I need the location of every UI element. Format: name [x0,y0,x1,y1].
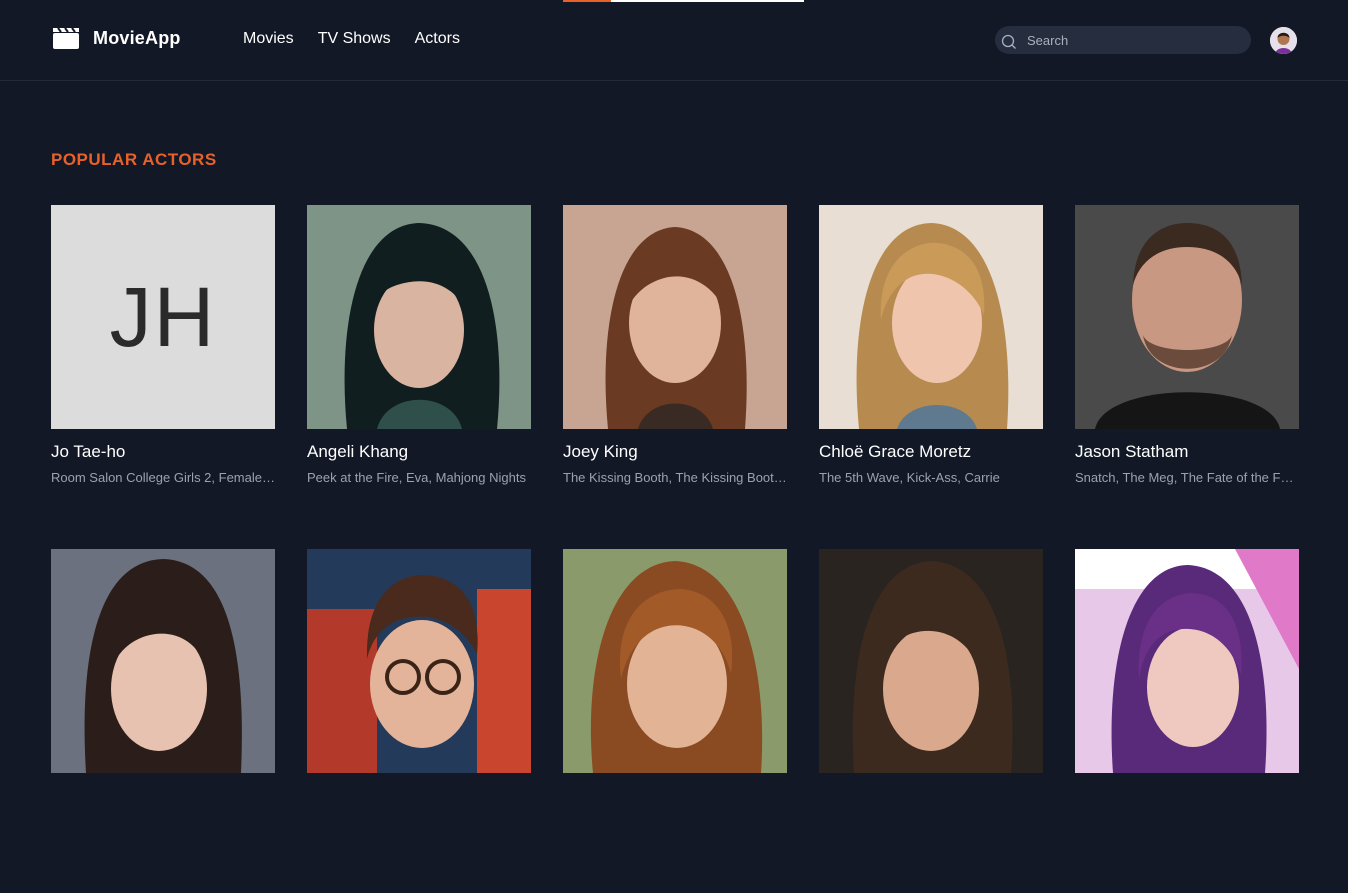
nav-movies[interactable]: Movies [243,30,294,48]
clapperboard-icon [53,27,79,49]
actor-photo[interactable] [563,205,787,429]
actor-card[interactable]: Jason Statham Snatch, The Meg, The Fate … [1075,205,1299,549]
app-name: MovieApp [93,27,181,48]
portrait-image [307,205,531,429]
actor-name[interactable]: Joey King [563,442,787,462]
nav-actors[interactable]: Actors [415,30,460,48]
actor-photo[interactable] [1075,205,1299,429]
actor-initials-placeholder: JH [51,205,275,429]
actor-photo[interactable] [819,549,1043,773]
actor-card[interactable] [51,549,275,893]
avatar-icon [1270,27,1297,54]
portrait-image [51,549,275,773]
portrait-image [307,549,531,773]
actor-photo[interactable]: JH [51,205,275,429]
actor-card[interactable] [307,549,531,893]
actor-known-for: The 5th Wave, Kick-Ass, Carrie [819,470,1000,485]
actor-photo[interactable] [307,549,531,773]
actor-photo[interactable] [563,549,787,773]
portrait-image [819,205,1043,429]
section-title: POPULAR ACTORS [51,150,217,169]
actor-card[interactable]: Angeli Khang Peek at the Fire, Eva, Mahj… [307,205,531,549]
actor-card[interactable]: Chloë Grace Moretz The 5th Wave, Kick-As… [819,205,1043,549]
nav-tv-shows[interactable]: TV Shows [318,30,391,48]
actor-name[interactable]: Angeli Khang [307,442,531,462]
portrait-image [1075,549,1299,773]
actor-name[interactable]: Jason Statham [1075,442,1299,462]
portrait-image [563,205,787,429]
portrait-image [563,549,787,773]
actor-photo[interactable] [819,205,1043,429]
search-icon [1001,34,1016,49]
actor-known-for: Peek at the Fire, Eva, Mahjong Nights [307,470,526,485]
portrait-image [819,549,1043,773]
actor-photo[interactable] [51,549,275,773]
search-input[interactable] [1025,31,1239,49]
actor-known-for: Snatch, The Meg, The Fate of the Furious [1075,470,1299,485]
actor-name[interactable]: Chloë Grace Moretz [819,442,1043,462]
portrait-image [1075,205,1299,429]
actor-card[interactable] [563,549,787,893]
actor-known-for: The Kissing Booth, The Kissing Booth 2, … [563,470,787,485]
user-avatar[interactable] [1270,27,1297,54]
search-box [995,26,1251,54]
actor-photo[interactable] [1075,549,1299,773]
app-logo[interactable]: MovieApp [52,26,181,50]
actor-photo[interactable] [307,205,531,429]
actor-known-for: Room Salon College Girls 2, Female Warfa… [51,470,275,485]
top-navbar: MovieApp Movies TV Shows Actors [0,0,1348,81]
actor-card[interactable]: JH Jo Tae-ho Room Salon College Girls 2,… [51,205,275,549]
actor-card[interactable]: Joey King The Kissing Booth, The Kissing… [563,205,787,549]
actor-card[interactable] [819,549,1043,893]
actor-card[interactable] [1075,549,1299,893]
actor-name[interactable]: Jo Tae-ho [51,442,275,462]
actors-grid: JH Jo Tae-ho Room Salon College Girls 2,… [51,205,1299,893]
main-nav: Movies TV Shows Actors [243,30,484,48]
